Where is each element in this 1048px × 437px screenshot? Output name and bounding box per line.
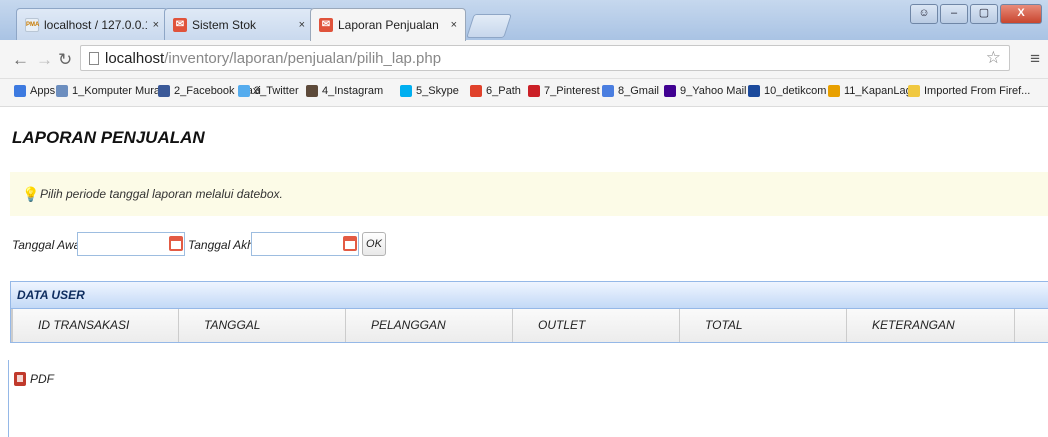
bookmark-favicon-icon <box>158 85 170 97</box>
bookmark-favicon-icon <box>528 85 540 97</box>
ok-button[interactable]: OK <box>362 232 386 256</box>
bookmark-label: 10_detikcom <box>764 85 827 97</box>
address-bar[interactable]: localhost/inventory/laporan/penjualan/pi… <box>80 45 1010 71</box>
tab-laporan-penjualan[interactable]: ✉ Laporan Penjualan × <box>310 8 466 41</box>
minimize-button[interactable]: – <box>940 4 968 24</box>
app-icon: ✉ <box>173 17 187 32</box>
grid-title: DATA USER <box>11 282 1048 309</box>
browser-titlebar: PMA localhost / 127.0.0.1 / inve × ✉ Sis… <box>0 0 1048 41</box>
column-header-pelanggan[interactable]: PELANGGAN <box>345 309 512 342</box>
bookmark-label: 4_Instagram <box>322 85 384 97</box>
bookmark-star-icon[interactable]: ☆ <box>986 48 1001 68</box>
bookmark-label: 9_Yahoo Mail <box>680 85 747 97</box>
bookmark-item[interactable]: 7_Pinterest <box>528 85 600 97</box>
column-header-id-transaksi[interactable]: ID TRANSAKASI <box>12 309 178 342</box>
close-tab-icon[interactable]: × <box>153 19 159 31</box>
bookmark-item[interactable]: 9_Yahoo Mail <box>664 85 746 97</box>
menu-icon[interactable]: ≡ <box>1030 49 1040 69</box>
bookmark-favicon-icon <box>602 85 614 97</box>
page-title: LAPORAN PENJUALAN <box>12 128 205 147</box>
bookmark-item[interactable]: Apps <box>14 85 55 97</box>
end-date-field[interactable] <box>251 232 359 256</box>
bookmark-label: 6_Path <box>486 85 521 97</box>
back-icon[interactable]: ← <box>12 50 29 70</box>
info-notice: 💡 Pilih periode tanggal laporan melalui … <box>10 172 1048 216</box>
column-header-tanggal[interactable]: TANGGAL <box>178 309 345 342</box>
tab-title: Laporan Penjualan <box>338 18 439 32</box>
bookmark-item[interactable]: 10_detikcom <box>748 85 826 97</box>
bookmark-favicon-icon <box>828 85 840 97</box>
maximize-button[interactable]: ▢ <box>970 4 998 24</box>
bookmark-favicon-icon <box>664 85 676 97</box>
close-tab-icon[interactable]: × <box>451 19 457 31</box>
new-tab-button[interactable] <box>466 14 512 38</box>
bookmark-label: 11_KapanLagi <box>844 85 915 97</box>
window-controls: ☺ – ▢ X <box>910 4 1042 24</box>
calendar-icon[interactable] <box>343 236 357 251</box>
bookmark-label: 7_Pinterest <box>544 85 600 97</box>
pdf-label: PDF <box>30 372 54 386</box>
column-header-outlet[interactable]: OUTLET <box>512 309 679 342</box>
tab-phpmyadmin[interactable]: PMA localhost / 127.0.0.1 / inve × <box>16 8 168 40</box>
bookmark-favicon-icon <box>400 85 412 97</box>
bookmark-favicon-icon <box>748 85 760 97</box>
tab-title: Sistem Stok <box>192 17 257 32</box>
bookmark-label: Imported From Firef... <box>924 85 1031 97</box>
pdf-icon <box>14 372 26 386</box>
start-date-field[interactable] <box>77 232 185 256</box>
column-header-keterangan[interactable]: KETERANGAN <box>846 309 1014 342</box>
bookmark-label: 1_Komputer Murah <box>72 85 167 97</box>
url-text: localhost/inventory/laporan/penjualan/pi… <box>105 50 441 67</box>
bookmark-favicon-icon <box>470 85 482 97</box>
bookmark-item[interactable]: 1_Komputer Murah <box>56 85 166 97</box>
calendar-icon[interactable] <box>169 236 183 251</box>
bookmark-item[interactable]: 4_Instagram <box>306 85 383 97</box>
data-grid: DATA USER ID TRANSAKASI TANGGAL PELANGGA… <box>10 281 1048 343</box>
column-header-filler <box>1014 309 1048 342</box>
url-path: /inventory/laporan/penjualan/pilih_lap.p… <box>164 50 442 67</box>
bookmark-item[interactable]: 5_Skype <box>400 85 459 97</box>
bookmarks-bar: Apps 1_Komputer Murah 2_Facebook Maxi 3_Twi… <box>0 79 1048 107</box>
page-icon <box>89 52 99 65</box>
grid-header: ID TRANSAKASI TANGGAL PELANGGAN OUTLET T… <box>11 309 1048 342</box>
bookmark-favicon-icon <box>306 85 318 97</box>
lightbulb-icon: 💡 <box>22 186 40 202</box>
tab-sistem-stok[interactable]: ✉ Sistem Stok × <box>164 8 314 40</box>
bookmark-favicon-icon <box>908 85 920 97</box>
profile-icon[interactable]: ☺ <box>910 4 938 24</box>
close-window-button[interactable]: X <box>1000 4 1042 24</box>
app-icon: ✉ <box>319 18 333 32</box>
bookmark-item[interactable]: 3_Twitter <box>238 85 299 97</box>
bookmark-label: Apps <box>30 85 56 97</box>
forward-icon[interactable]: → <box>36 50 53 70</box>
bookmark-item[interactable]: Imported From Firef... <box>908 85 1030 97</box>
bookmark-favicon-icon <box>238 85 250 97</box>
notice-text: Pilih periode tanggal laporan melalui da… <box>40 187 283 201</box>
start-date-label: Tanggal Awal: <box>12 238 87 252</box>
bookmark-item[interactable]: 11_KapanLagi <box>828 85 914 97</box>
pdf-link[interactable]: PDF <box>14 372 54 386</box>
bookmark-favicon-icon <box>14 85 26 97</box>
bookmark-label: 8_Gmail <box>618 85 659 97</box>
phpmyadmin-icon: PMA <box>25 17 39 32</box>
bookmark-item[interactable]: 6_Path <box>470 85 521 97</box>
tab-title: localhost / 127.0.0.1 / inve <box>44 17 147 32</box>
bookmark-item[interactable]: 8_Gmail <box>602 85 659 97</box>
bookmark-label: 5_Skype <box>416 85 459 97</box>
column-header-total[interactable]: TOTAL <box>679 309 846 342</box>
close-tab-icon[interactable]: × <box>299 19 305 31</box>
bookmark-favicon-icon <box>56 85 68 97</box>
reload-icon[interactable]: ↻ <box>58 50 72 70</box>
browser-toolbar: ← → ↻ localhost/inventory/laporan/penjua… <box>0 40 1048 79</box>
panel-border <box>8 360 9 437</box>
bookmark-label: 3_Twitter <box>254 85 299 97</box>
url-host: localhost <box>105 50 165 67</box>
